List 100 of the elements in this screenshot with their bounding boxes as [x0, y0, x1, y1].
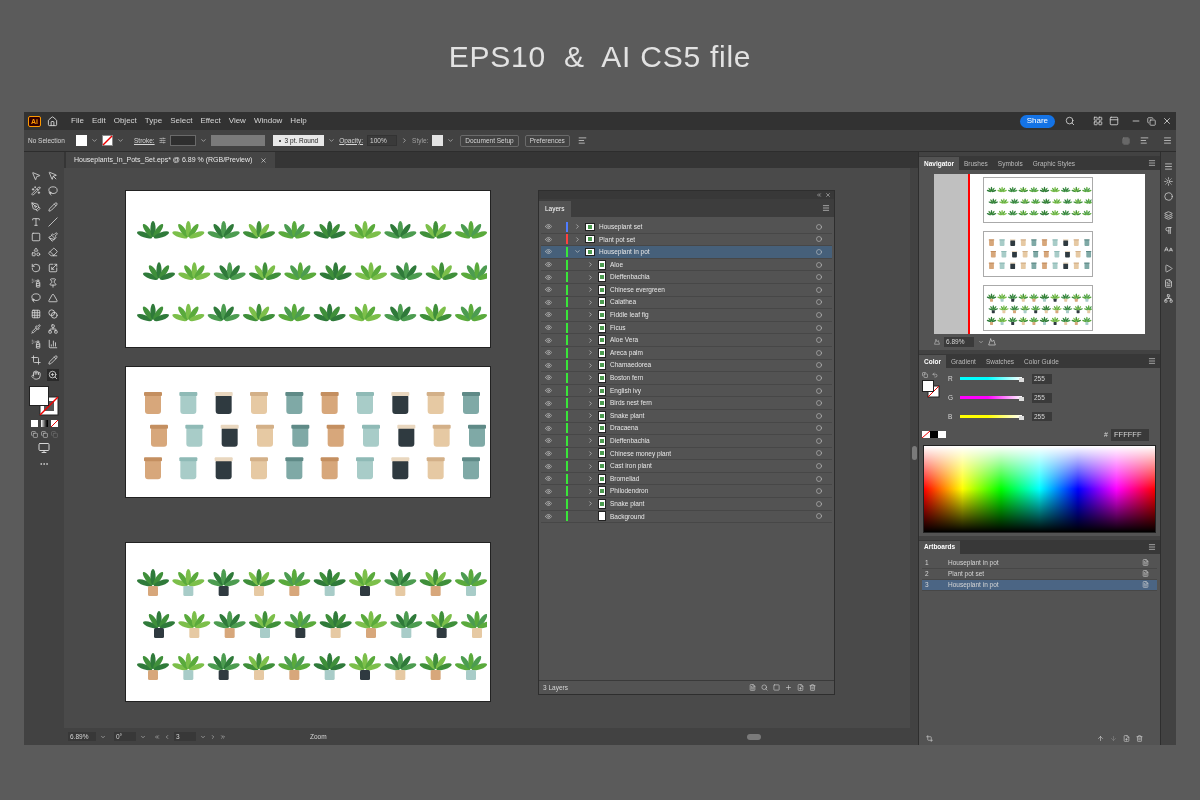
menu-item[interactable]: Type — [143, 115, 164, 127]
move-up-icon[interactable] — [1097, 734, 1104, 742]
color-swatch[interactable] — [938, 431, 946, 439]
zoom-in-icon[interactable] — [988, 338, 996, 346]
default-colors-icon[interactable] — [922, 372, 928, 378]
new-sublayer-icon[interactable] — [785, 684, 792, 691]
zoom-out-icon[interactable] — [934, 339, 940, 345]
caret-icon[interactable] — [586, 361, 594, 369]
variable-width-field[interactable] — [210, 135, 265, 146]
eye-icon[interactable] — [545, 512, 552, 520]
caret-icon[interactable] — [586, 273, 594, 281]
slider-thumb[interactable] — [1019, 397, 1024, 402]
caret-icon[interactable] — [586, 500, 594, 508]
pen-tool-icon[interactable] — [30, 201, 41, 212]
panel-icon[interactable] — [1109, 116, 1119, 126]
gradient-mode-swatch[interactable] — [40, 419, 48, 427]
panel-menu-icon[interactable] — [1163, 136, 1172, 145]
panel-menu-icon[interactable] — [1148, 542, 1156, 551]
eye-icon[interactable] — [545, 387, 552, 394]
caret-icon[interactable] — [586, 475, 594, 483]
menu-item[interactable]: Edit — [90, 115, 107, 127]
menu-item[interactable]: Effect — [199, 115, 222, 127]
eye-icon[interactable] — [545, 412, 552, 420]
artboard-options-icon[interactable] — [1142, 559, 1149, 566]
trash-icon[interactable] — [1136, 734, 1143, 742]
eye-icon[interactable] — [545, 336, 552, 344]
caret-icon[interactable] — [586, 412, 594, 420]
search-icon[interactable] — [1065, 116, 1075, 126]
caret-icon[interactable] — [586, 336, 594, 344]
menu-item[interactable]: Window — [252, 115, 284, 127]
eye-icon[interactable] — [545, 450, 552, 457]
workspace-icon[interactable] — [1093, 116, 1103, 126]
slider-track[interactable] — [960, 396, 1022, 400]
character-icon[interactable] — [1164, 245, 1173, 254]
paintbrush-icon[interactable] — [47, 232, 58, 243]
caret-icon[interactable] — [117, 137, 124, 144]
slider-track[interactable] — [960, 414, 1022, 418]
previous-artboard-icon[interactable] — [164, 733, 170, 740]
menu-item[interactable]: Select — [169, 115, 194, 127]
caret-icon[interactable] — [586, 450, 594, 457]
eye-icon[interactable] — [545, 475, 552, 483]
eye-icon[interactable] — [545, 487, 552, 495]
actions-icon[interactable] — [1164, 264, 1173, 273]
slider-thumb[interactable] — [1019, 415, 1024, 420]
selection-tool-icon[interactable] — [30, 171, 41, 181]
menu-item[interactable]: Help — [289, 115, 308, 127]
mesh-tool-icon[interactable] — [30, 308, 41, 319]
eye-icon[interactable] — [545, 374, 552, 382]
menu-item[interactable]: View — [227, 115, 247, 127]
fill-swatch[interactable] — [76, 135, 87, 146]
eye-icon[interactable] — [545, 311, 552, 319]
caret-icon[interactable] — [586, 424, 594, 432]
caret-icon[interactable] — [586, 399, 594, 407]
properties-icon[interactable] — [1164, 162, 1173, 171]
collapse-icon[interactable] — [816, 192, 822, 198]
color-mode-swatch[interactable] — [30, 419, 38, 427]
shaper-tool-icon[interactable] — [30, 247, 41, 258]
pin-icon[interactable] — [47, 278, 58, 289]
eye-icon[interactable] — [545, 261, 552, 269]
first-artboard-icon[interactable] — [154, 733, 160, 740]
locate-icon[interactable] — [761, 684, 768, 691]
rotate-tool-icon[interactable] — [30, 262, 41, 273]
trash-icon[interactable] — [809, 684, 816, 691]
caret-icon[interactable] — [91, 137, 98, 144]
new-layer-icon[interactable] — [797, 684, 804, 691]
eye-icon[interactable] — [545, 324, 552, 332]
eye-icon[interactable] — [545, 424, 552, 432]
menu-item[interactable]: File — [70, 115, 85, 127]
close-icon[interactable] — [1162, 116, 1172, 126]
caret-icon[interactable] — [586, 437, 594, 445]
close-icon[interactable] — [260, 156, 268, 164]
new-artboard-icon[interactable] — [1123, 734, 1130, 742]
caret-icon[interactable] — [140, 733, 146, 740]
artboard-tool-icon[interactable] — [30, 354, 41, 365]
artboard-options-icon[interactable] — [1142, 581, 1149, 588]
caret-icon[interactable] — [586, 374, 594, 382]
eye-icon[interactable] — [545, 361, 552, 369]
caret-icon[interactable] — [573, 223, 581, 231]
home-icon[interactable] — [47, 115, 58, 127]
caret-icon[interactable] — [200, 733, 206, 740]
rectangle-tool-icon[interactable] — [30, 232, 41, 243]
color-swatch[interactable] — [930, 431, 938, 439]
scrollbar-thumb[interactable] — [747, 733, 761, 740]
eye-icon[interactable] — [545, 298, 552, 306]
stroke-weight-field[interactable] — [169, 135, 196, 146]
document-info-icon[interactable] — [1164, 279, 1173, 288]
caret-icon[interactable] — [401, 137, 409, 144]
caret-icon[interactable] — [447, 137, 455, 144]
none-mode-swatch[interactable] — [50, 419, 58, 427]
lasso-icon[interactable] — [47, 186, 58, 197]
caret-icon[interactable] — [586, 487, 594, 495]
caret-icon[interactable] — [586, 462, 594, 470]
swap-colors-icon[interactable] — [932, 372, 938, 378]
eye-icon[interactable] — [545, 248, 552, 256]
eye-icon[interactable] — [545, 273, 552, 281]
caret-icon[interactable] — [586, 311, 594, 319]
caret-icon[interactable] — [100, 733, 106, 740]
hand-tool-icon[interactable] — [30, 369, 41, 380]
symbol-sprayer-icon[interactable] — [30, 339, 41, 350]
style-swatch[interactable] — [432, 135, 444, 146]
